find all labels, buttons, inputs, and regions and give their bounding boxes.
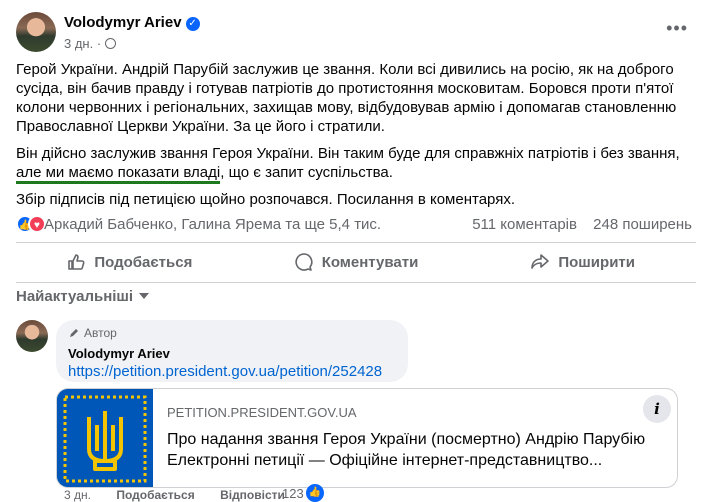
reaction-icons[interactable]: 👍 ♥ [16, 215, 46, 235]
comment-time[interactable]: 3 дн. [64, 488, 91, 502]
comment-reactions-count: 123 [282, 486, 304, 501]
comment-reply-button[interactable]: Відповісти [220, 488, 285, 502]
post-paragraph: Герой України. Андрій Парубій заслужив ц… [16, 61, 677, 135]
trident-icon [57, 389, 153, 487]
like-reaction-icon: 👍 [306, 484, 324, 502]
comment-author-avatar[interactable] [16, 320, 48, 352]
reactions-names[interactable]: Аркадий Бабченко, Галина Ярема та ще 5,4… [44, 216, 381, 233]
author-badge-label: Автор [84, 326, 117, 340]
comment-reactions[interactable]: 123 👍 [282, 484, 324, 502]
reactions-counts: 511 коментарів 248 поширень [460, 216, 692, 233]
share-arrow-icon [531, 254, 550, 269]
post-paragraph: Збір підписів під петицією щойно розпоча… [16, 191, 515, 208]
post-time[interactable]: 3 дн. [64, 36, 93, 51]
card-domain: PETITION.PRESIDENT.GOV.UA [167, 405, 357, 420]
author-badge: Автор [68, 326, 396, 340]
speech-bubble-icon [295, 253, 313, 271]
post-text: Герой України. Андрій Парубій заслужив ц… [16, 60, 696, 217]
post-paragraph: Він дійсно заслужив звання Героя України… [16, 144, 696, 184]
link-preview-card[interactable]: PETITION.PRESIDENT.GOV.UA Про надання зв… [56, 388, 678, 488]
more-options-icon[interactable]: ••• [666, 18, 688, 39]
comment-sort-label: Найактуальніші [16, 288, 134, 305]
share-button-label: Поширити [558, 253, 635, 271]
comment-bubble: Автор Volodymyr Ariev https://petition.p… [56, 320, 408, 382]
divider [16, 282, 696, 283]
caret-down-icon [139, 293, 150, 299]
globe-icon [105, 38, 117, 49]
comment: Автор Volodymyr Ariev https://petition.p… [16, 320, 696, 502]
reactions-bar: 👍 ♥ Аркадий Бабченко, Галина Ярема та ще… [16, 214, 696, 236]
coat-of-arms-image [57, 389, 153, 487]
author-name-text[interactable]: Volodymyr Ariev [64, 14, 182, 31]
post-header: Volodymyr Ariev ✓ 3 дн. · ••• [16, 12, 696, 56]
comment-author-name[interactable]: Volodymyr Ariev [68, 346, 396, 361]
info-icon[interactable]: i [643, 395, 671, 423]
share-button[interactable]: Поширити [469, 244, 696, 280]
comment-button-label: Коментувати [321, 253, 419, 271]
comment-sort-dropdown[interactable]: Найактуальніші [16, 288, 150, 305]
verified-badge-icon: ✓ [185, 17, 200, 31]
underlined-phrase: але ми маємо показати владі [16, 164, 221, 184]
comment-button[interactable]: Коментувати [243, 244, 470, 280]
like-button-label: Подобається [94, 253, 193, 271]
post-actions: Подобається Коментувати Поширити [16, 244, 696, 280]
author-avatar[interactable] [16, 12, 56, 52]
shares-count[interactable]: 248 поширень [593, 216, 692, 233]
like-button[interactable]: Подобається [16, 244, 243, 280]
comment-footer: 3 дн. Подобається Відповісти [64, 488, 307, 502]
thumbs-up-icon [68, 254, 85, 270]
post-text-segment: Він дійсно заслужив звання Героя України… [16, 145, 680, 162]
petition-link[interactable]: https://petition.president.gov.ua/petiti… [68, 363, 396, 380]
author-name[interactable]: Volodymyr Ariev ✓ [64, 14, 200, 31]
card-title: Про надання звання Героя України (посмер… [167, 431, 646, 469]
post-meta: 3 дн. · [64, 36, 117, 51]
pen-icon [70, 329, 78, 337]
comments-count[interactable]: 511 коментарів [472, 216, 577, 233]
comment-like-button[interactable]: Подобається [116, 488, 194, 502]
divider [16, 242, 696, 243]
post-text-segment: , що є запит суспільства. [220, 164, 393, 181]
